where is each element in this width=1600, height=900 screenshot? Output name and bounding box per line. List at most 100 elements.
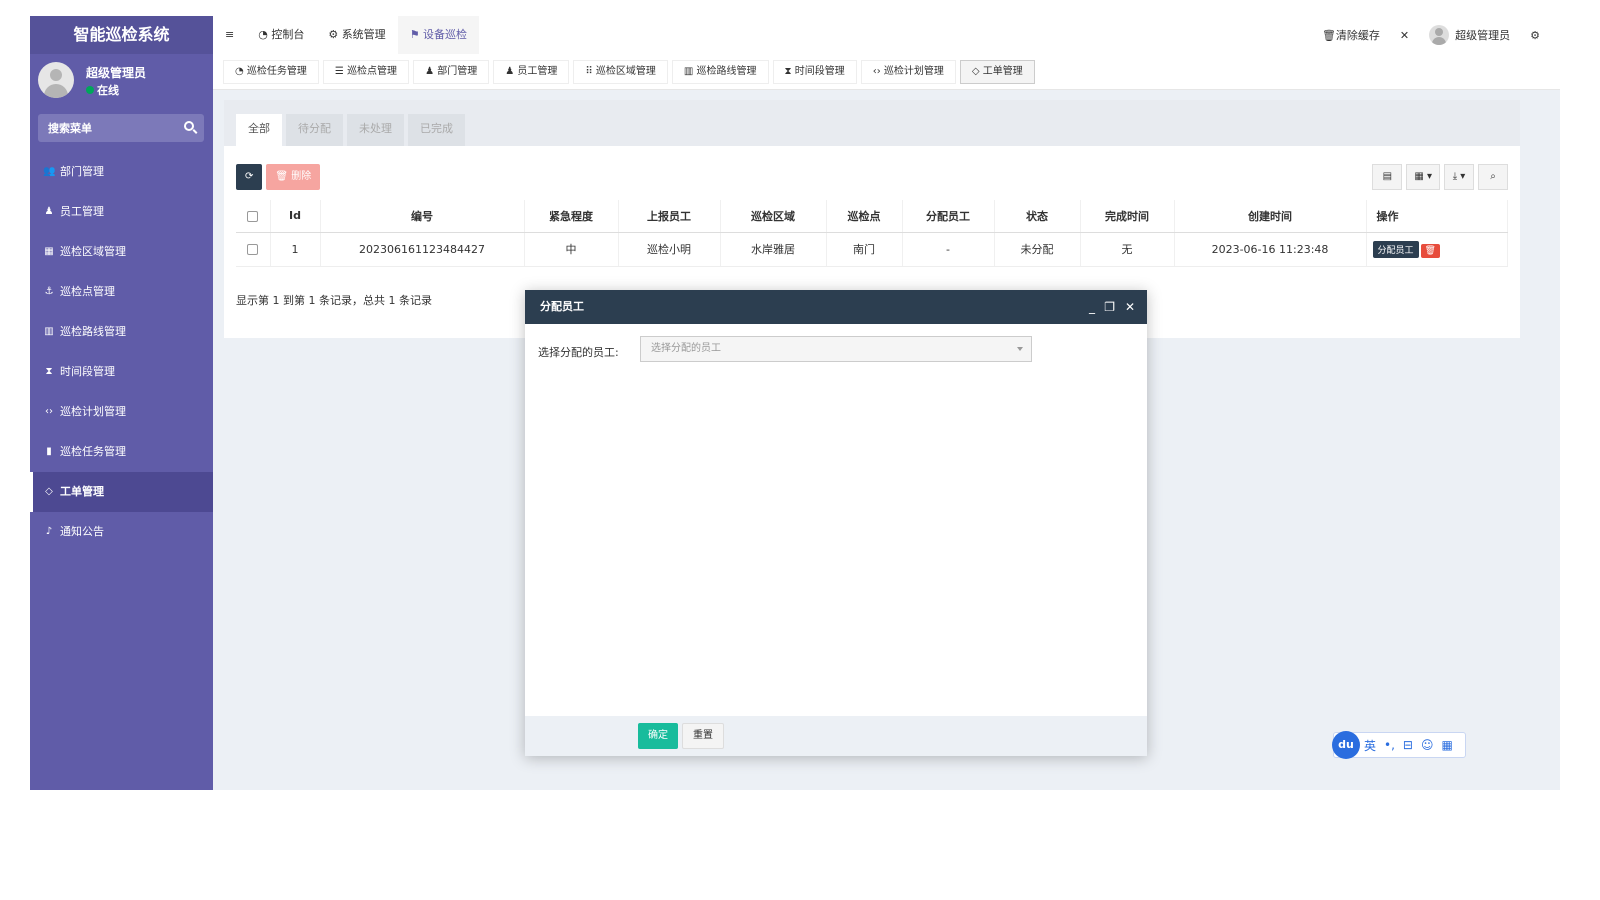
col-reporter[interactable]: 上报员工	[618, 200, 721, 233]
delete-button[interactable]: 🗑 删除	[266, 164, 321, 190]
col-urgency[interactable]: 紧急程度	[524, 200, 619, 233]
top-nav-dashboard[interactable]: ◔ 控制台	[246, 16, 316, 54]
employee-select-label: 选择分配的员工:	[538, 346, 619, 359]
sidebar-item-area[interactable]: ▦ 巡检区域管理	[30, 232, 213, 272]
table-toolbar: ⟳ 🗑 删除	[236, 164, 324, 190]
ime-toolbar: du 英 •, ⊟ ☺ ▦	[1332, 731, 1466, 759]
map-icon: ▥	[683, 66, 697, 77]
assign-employee-button[interactable]: 分配员工	[1372, 240, 1419, 258]
code-icon: ‹›	[45, 406, 53, 417]
col-created[interactable]: 创建时间	[1174, 200, 1367, 233]
filter-tab-unprocessed[interactable]: 未处理	[347, 114, 404, 146]
col-done-time[interactable]: 完成时间	[1080, 200, 1175, 233]
toggle-view-icon[interactable]: ▤	[1372, 164, 1403, 190]
cell-status: 未分配	[994, 232, 1081, 267]
tab-label: 巡检点管理	[347, 66, 398, 77]
user-menu[interactable]: 超级管理员	[1419, 25, 1520, 45]
hourglass-icon: ⧗	[45, 366, 53, 377]
table-row[interactable]: 1 202306161123484427 中 巡检小明 水岸雅居 南门 - 未分…	[236, 232, 1508, 267]
cell-code: 202306161123484427	[320, 232, 525, 267]
menu-toggle-icon[interactable]: ≡	[213, 16, 246, 54]
user-panel: 超级管理员 在线	[30, 54, 213, 106]
filter-tabs: 全部 待分配 未处理 已完成	[224, 100, 1520, 146]
row-checkbox[interactable]	[247, 244, 259, 255]
sidebar-item-notice[interactable]: ♪ 通知公告	[30, 512, 213, 552]
clear-cache-button[interactable]: 🗑 清除缓存	[1312, 27, 1390, 43]
sidebar-item-label: 时间段管理	[60, 365, 115, 378]
sidebar-item-label: 巡检区域管理	[60, 245, 126, 258]
sidebar-item-workorder[interactable]: ◇ 工单管理	[30, 472, 213, 512]
sidebar-item-task[interactable]: ▮ 巡检任务管理	[30, 432, 213, 472]
diamond-icon: ◇	[971, 66, 983, 77]
tab-employee[interactable]: ♟ 员工管理	[493, 60, 570, 84]
users-icon: ♟	[425, 66, 438, 77]
table-search-icon[interactable]: ⌕	[1478, 164, 1508, 190]
sidebar-item-point[interactable]: ⚓ 巡检点管理	[30, 272, 213, 312]
code-icon: ‹›	[872, 66, 884, 77]
minimize-icon[interactable]: _	[1089, 290, 1095, 324]
search-icon[interactable]	[184, 121, 194, 131]
top-nav-system[interactable]: ⚙ 系统管理	[316, 16, 397, 54]
restore-icon[interactable]: ❐	[1104, 290, 1115, 324]
employee-select[interactable]: 选择分配的员工	[640, 336, 1032, 362]
tab-area[interactable]: ⠿ 巡检区域管理	[573, 60, 668, 84]
filter-tab-pending[interactable]: 待分配	[286, 114, 343, 146]
sidebar: 智能巡检系统 超级管理员 在线 👥 部门管理 ♟ 员工管理 ▦ 巡检区域管理 ⚓ 巡检点…	[30, 16, 213, 790]
sidebar-menu: 👥 部门管理 ♟ 员工管理 ▦ 巡检区域管理 ⚓ 巡检点管理 ▥ 巡检路线管理 ⧗ 时间段管…	[30, 152, 213, 552]
list-icon: ☰	[334, 66, 348, 77]
fullscreen-icon[interactable]: ✕	[1390, 29, 1419, 42]
tab-task[interactable]: ◔ 巡检任务管理	[223, 60, 319, 84]
dialog-header: 分配员工 _ ❐ ✕	[525, 290, 1147, 324]
col-point[interactable]: 巡检点	[826, 200, 903, 233]
row-delete-icon[interactable]: 🗑	[1420, 243, 1440, 258]
ime-punct-icon[interactable]: •,	[1384, 738, 1395, 752]
cell-point: 南门	[826, 232, 903, 267]
app-logo-title[interactable]: 智能巡检系统	[30, 16, 213, 54]
user-icon: ♟	[44, 206, 54, 217]
close-icon[interactable]: ✕	[1125, 290, 1135, 324]
ime-user-icon[interactable]: ☺	[1421, 738, 1434, 752]
export-icon[interactable]: ⤓ ▾	[1444, 164, 1474, 190]
sidebar-item-employee[interactable]: ♟ 员工管理	[30, 192, 213, 232]
sidebar-item-route[interactable]: ▥ 巡检路线管理	[30, 312, 213, 352]
tab-timeslot[interactable]: ⧗ 时间段管理	[772, 60, 857, 84]
ime-lang-toggle[interactable]: 英	[1364, 737, 1376, 754]
top-nav-label: 系统管理	[341, 28, 386, 41]
tab-plan[interactable]: ‹› 巡检计划管理	[860, 60, 956, 84]
row-checkbox-cell	[236, 232, 271, 267]
tab-department[interactable]: ♟ 部门管理	[413, 60, 490, 84]
dashboard-icon: ◔	[258, 28, 272, 41]
page-tabs: ◔ 巡检任务管理 ☰ 巡检点管理 ♟ 部门管理 ♟ 员工管理 ⠿ 巡检区域管理 …	[213, 54, 1560, 84]
filter-tab-all[interactable]: 全部	[236, 114, 282, 146]
tab-route[interactable]: ▥ 巡检路线管理	[671, 60, 769, 84]
select-all-checkbox[interactable]	[247, 210, 259, 222]
tab-workorder[interactable]: ◇ 工单管理	[959, 60, 1035, 84]
sidebar-item-label: 巡检点管理	[60, 285, 115, 298]
sidebar-item-timeslot[interactable]: ⧗ 时间段管理	[30, 352, 213, 392]
refresh-button[interactable]: ⟳	[236, 164, 263, 190]
tab-point[interactable]: ☰ 巡检点管理	[322, 60, 410, 84]
dialog-body: 选择分配的员工: 选择分配的员工	[525, 324, 1147, 716]
cell-actions: 分配员工 🗑	[1366, 232, 1508, 267]
top-nav-inspection[interactable]: ⚑ 设备巡检	[397, 16, 480, 54]
menu-search-input[interactable]	[38, 114, 168, 142]
ime-toolbox-icon[interactable]: ⊟	[1403, 738, 1413, 752]
col-status[interactable]: 状态	[994, 200, 1081, 233]
user-avatar	[38, 62, 74, 98]
columns-icon[interactable]: ▦ ▾	[1406, 164, 1440, 190]
filter-tab-completed[interactable]: 已完成	[408, 114, 465, 146]
ime-grid-icon[interactable]: ▦	[1442, 738, 1453, 752]
tab-label: 员工管理	[517, 66, 558, 77]
sidebar-item-plan[interactable]: ‹› 巡检计划管理	[30, 392, 213, 432]
sidebar-item-department[interactable]: 👥 部门管理	[30, 152, 213, 192]
col-id[interactable]: Id	[270, 200, 321, 233]
col-area[interactable]: 巡检区域	[720, 200, 827, 233]
reset-button[interactable]: 重置	[682, 723, 724, 749]
col-code[interactable]: 编号	[320, 200, 525, 233]
tab-label: 部门管理	[437, 66, 478, 77]
confirm-button[interactable]: 确定	[638, 723, 678, 749]
grid-icon: ▦	[44, 246, 54, 257]
baidu-ime-logo[interactable]: du	[1332, 731, 1360, 759]
settings-gear-icon[interactable]: ⚙	[1520, 29, 1550, 42]
col-assignee[interactable]: 分配员工	[902, 200, 995, 233]
